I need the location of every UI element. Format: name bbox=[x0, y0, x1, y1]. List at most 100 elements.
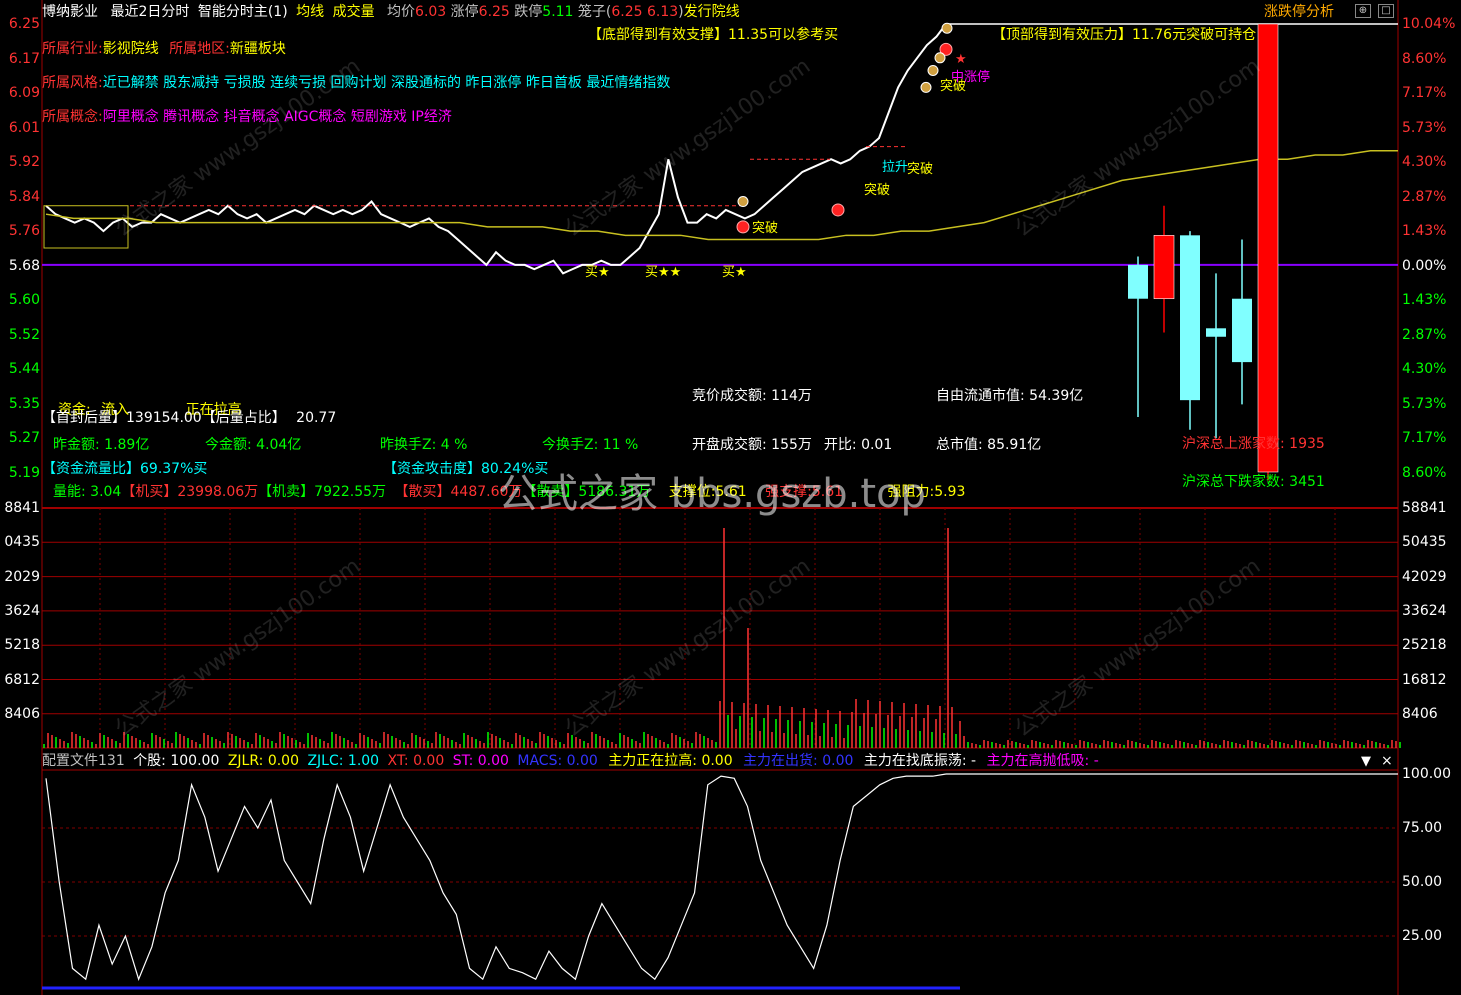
volume-tick-right: 33624 bbox=[1402, 602, 1447, 619]
region-value[interactable]: 新疆板块 bbox=[230, 41, 286, 57]
price-tick-right: 2.87% bbox=[1402, 188, 1447, 205]
first-seal-label: 【首封后量】 bbox=[42, 410, 126, 426]
cage-value: 6.25 6.13 bbox=[611, 4, 679, 20]
style-value[interactable]: 近已解禁 股东减持 亏损股 连续亏损 回购计划 深股通标的 昨日涨停 昨日首板 … bbox=[103, 75, 671, 91]
open-amount: 开盘成交额: 155万 开比: 0.01 bbox=[692, 437, 893, 453]
price-tick-left: 5.68 bbox=[8, 257, 40, 274]
price-tick-right: 1.43% bbox=[1402, 223, 1447, 239]
money-bag-icon bbox=[920, 81, 932, 93]
volume-tick-left: 8406 bbox=[4, 705, 40, 722]
price-tick-left: 6.17 bbox=[8, 50, 40, 67]
price-tick-left: 5.19 bbox=[8, 464, 40, 481]
money-bag-icon bbox=[934, 52, 946, 64]
after-ratio-label: 【后量占比】 bbox=[201, 410, 286, 426]
volume-tick-left: 5218 bbox=[4, 637, 40, 654]
style-label: 所属风格: bbox=[42, 75, 103, 91]
volume-tick-right: 16812 bbox=[1402, 671, 1447, 688]
today-turnover: 今换手Z: 11 % bbox=[542, 437, 639, 453]
mode-label[interactable]: 最近2日分时 bbox=[110, 4, 189, 20]
header-bar: 博纳影业 最近2日分时 智能分时主(1) 均线 成交量 均价6.03 涨停6.2… bbox=[42, 4, 740, 20]
breakout-label-2: 突破 bbox=[864, 183, 891, 198]
flow-ratio: 【资金流量比】69.37%买 bbox=[42, 461, 208, 477]
dropdown-icon[interactable]: ▼ bbox=[1361, 754, 1371, 769]
price-tick-right: 7.17% bbox=[1402, 430, 1447, 446]
volume-tick-left: 0435 bbox=[4, 534, 40, 551]
restore-icon[interactable]: ⊕ bbox=[1355, 4, 1371, 18]
candle-body bbox=[1206, 328, 1226, 337]
price-tick-right: 0.00% bbox=[1402, 257, 1447, 274]
volume-label: 成交量 bbox=[332, 4, 375, 20]
osc-tick: 50.00 bbox=[1402, 874, 1443, 890]
limit-down-value: 5.11 bbox=[542, 4, 574, 20]
after-ratio-value: 20.77 bbox=[296, 410, 337, 426]
volume-tick-right: 8406 bbox=[1402, 705, 1438, 722]
money-bag-icon bbox=[737, 196, 749, 208]
avg-line bbox=[45, 150, 1398, 241]
osc-tick: 25.00 bbox=[1402, 928, 1443, 944]
support-note-text: 11.35可以参考买 bbox=[728, 27, 839, 43]
oscillator-line bbox=[45, 773, 947, 981]
first-seal-value: 139154.00 bbox=[126, 410, 202, 426]
limit-up-value: 6.25 bbox=[478, 4, 510, 20]
buy-signal-3: 买★ bbox=[722, 265, 747, 280]
today-amount: 今金额: 4.04亿 bbox=[205, 437, 302, 453]
maximize-icon[interactable]: □ bbox=[1378, 4, 1394, 18]
osc-tick: 75.00 bbox=[1402, 820, 1443, 836]
float-cap: 自由流通市值: 54.39亿 bbox=[936, 388, 1084, 404]
limit-down-label: 跌停 bbox=[514, 4, 543, 20]
volume-tick-right: 42029 bbox=[1402, 568, 1447, 585]
market-up: 沪深总上涨家数: 1935 bbox=[1182, 436, 1325, 452]
money-bag-icon bbox=[927, 64, 939, 76]
buy-signal-2: 买★★ bbox=[645, 265, 682, 280]
breakout-label-1: 突破 bbox=[752, 221, 779, 236]
price-tick-left: 6.25 bbox=[8, 16, 40, 32]
region-label: 所属地区: bbox=[169, 41, 230, 57]
pull-up-label: 拉升 bbox=[882, 160, 909, 175]
volume-tick-left: 8841 bbox=[4, 500, 40, 516]
price-tick-left: 5.60 bbox=[8, 292, 40, 308]
avg-price-value: 6.03 bbox=[415, 4, 447, 20]
stock-name[interactable]: 博纳影业 bbox=[42, 4, 98, 20]
price-tick-right: 10.04% bbox=[1402, 16, 1456, 32]
price-tick-right: 8.60% bbox=[1402, 50, 1447, 67]
industry-value[interactable]: 影视院线 bbox=[103, 41, 159, 57]
price-tick-left: 5.84 bbox=[8, 188, 40, 205]
buy-signal-1: 买★ bbox=[585, 265, 610, 280]
price-tick-left: 5.27 bbox=[8, 430, 40, 446]
limit-analysis-button[interactable]: 涨跌停分析 bbox=[1264, 4, 1334, 20]
price-tick-right: 7.17% bbox=[1402, 85, 1447, 101]
resist-note-text: 11.76元突破可持仓 bbox=[1132, 27, 1257, 43]
indicator-name[interactable]: 智能分时主(1) bbox=[198, 4, 288, 20]
total-cap: 总市值: 85.91亿 bbox=[936, 437, 1042, 453]
config-label[interactable]: 配置文件131 bbox=[42, 753, 125, 769]
avg-line-label: 均线 bbox=[296, 4, 325, 20]
watermark-center: 公式之家 bbs.gszb.top bbox=[498, 471, 926, 517]
price-line bbox=[45, 23, 947, 275]
price-tick-left: 6.09 bbox=[8, 85, 40, 101]
volume-tick-right: 58841 bbox=[1402, 500, 1447, 516]
support-note: 【底部得到有效支撑】11.35可以参考买 bbox=[588, 27, 838, 43]
volume-tick-right: 25218 bbox=[1402, 637, 1447, 654]
market-down: 沪深总下跌家数: 3451 bbox=[1182, 474, 1325, 490]
volume-tick-right: 50435 bbox=[1402, 534, 1447, 551]
seal-row: 【首封后量】139154.00【后量占比】 20.77 bbox=[42, 410, 336, 426]
osc-tick: 100.00 bbox=[1402, 766, 1451, 782]
auction-amount: 竞价成交额: 114万 bbox=[692, 388, 812, 404]
price-tick-right: 2.87% bbox=[1402, 326, 1447, 343]
close-icon[interactable]: × bbox=[1381, 753, 1393, 769]
price-tick-right: 5.73% bbox=[1402, 395, 1447, 412]
yday-amount: 昨金额: 1.89亿 bbox=[53, 437, 150, 453]
breakout-label-3: 突破 bbox=[907, 162, 934, 177]
price-tick-left: 6.01 bbox=[8, 119, 40, 136]
price-tick-right: 5.73% bbox=[1402, 119, 1447, 136]
price-tick-left: 5.92 bbox=[8, 154, 40, 170]
candle-body bbox=[1128, 264, 1148, 299]
candle-body bbox=[1180, 235, 1200, 401]
avg-price-label: 均价 bbox=[387, 4, 416, 20]
limit-up-label: 涨停 bbox=[450, 4, 479, 20]
volume-tick-left: 6812 bbox=[4, 671, 40, 688]
industry-label: 所属行业: bbox=[42, 41, 103, 57]
money-bag-icon bbox=[941, 22, 953, 34]
star-marker: ★ bbox=[955, 52, 967, 67]
price-tick-left: 5.52 bbox=[8, 326, 40, 343]
